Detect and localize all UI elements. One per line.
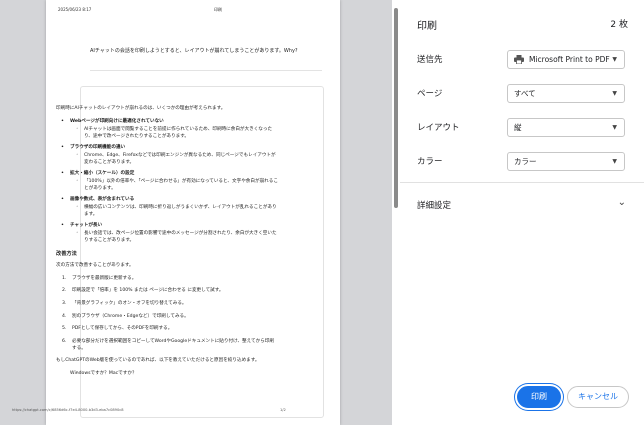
- layout-value: 縦: [514, 123, 522, 132]
- fix-step: 6. 必要な部分だけを選択範囲をコピーしてWordやGoogleドキュメントに貼り…: [62, 338, 274, 351]
- preview-scrollbar[interactable]: [392, 0, 400, 425]
- reason-detail: 横幅の広いコンテンツは、印刷時に折り返しがうまくいかず、レイアウトが乱れることが…: [56, 205, 278, 218]
- destination-value: Microsoft Print to PDF: [529, 55, 610, 64]
- color-label: カラー: [417, 157, 443, 167]
- reason-detail: Chrome、Edge、Firefoxなどでは印刷エンジンが異なるため、同じペー…: [56, 153, 278, 166]
- pages-label: ページ: [417, 89, 443, 99]
- page-header-title: 印刷: [214, 7, 222, 12]
- reason-title: チャットが長い: [56, 223, 278, 230]
- fix-heading: 改善方法: [56, 250, 77, 257]
- chevron-down-icon: ▼: [612, 124, 617, 131]
- fix-step: 2. 印刷設定で「倍率」を 100% または ページに合わせる に変更して試す。: [62, 288, 224, 294]
- reason-detail: 「100%」以外の倍率や、「ページに合わせる」が有効になっていると、文字や余白が…: [56, 179, 278, 192]
- printer-icon: [514, 55, 524, 64]
- answer-note: もしChatGPTのWeb版を使っているのであれば、以下を教えていただけると原因…: [56, 358, 260, 364]
- sheet-count: 2 枚: [610, 20, 628, 30]
- page-header-date: 2025/06/23 8:17: [58, 7, 92, 12]
- reason-item: 拡大・縮小（スケール）の設定 「100%」以外の倍率や、「ページに合わせる」が有…: [56, 171, 278, 193]
- fix-intro: 次の方法で改善することがあります。: [56, 263, 134, 269]
- destination-label: 送信先: [417, 55, 443, 65]
- chevron-down-icon: ▼: [612, 158, 617, 165]
- scrollbar-thumb[interactable]: [394, 8, 398, 208]
- question-bullet: Windowsですか？Macですか？: [56, 371, 278, 378]
- fix-step: 4. 別のブラウザ（Chrome・Edgeなど）で印刷してみる。: [62, 313, 189, 319]
- print-preview-area: 2025/06/23 8:17 印刷 AIチャットの会話を印刷しようとすると、レ…: [0, 0, 392, 425]
- cancel-button[interactable]: キャンセル: [567, 386, 629, 408]
- destination-select[interactable]: Microsoft Print to PDF ▼: [507, 50, 625, 69]
- reason-item: チャットが長い 長い会話では、改ページ位置の影響で途中のメッセージが分割されたり…: [56, 223, 278, 245]
- print-settings-panel: 印刷 2 枚 送信先 Microsoft Print to PDF ▼ ページ …: [400, 0, 644, 425]
- fix-step: 3. 「背景グラフィック」のオン・オフを切り替えてみる。: [62, 301, 187, 306]
- chevron-down-icon: ▼: [612, 56, 617, 63]
- layout-select[interactable]: 縦 ▼: [507, 118, 625, 137]
- page-footer-url: https://chatgpt.com/c/6856d6c-f7e4-8000-…: [12, 408, 124, 412]
- expand-chevron-icon[interactable]: ⌄: [618, 197, 626, 208]
- reason-title: ブラウザの印刷機能の違い: [56, 145, 278, 152]
- bullet-text: Windowsですか？Macですか？: [56, 371, 278, 378]
- layout-label: レイアウト: [417, 123, 460, 133]
- answer-content: 印刷時にAIチャットのレイアウトが崩れるのは、いくつかの理由が考えられます。 W…: [56, 106, 278, 382]
- pages-value: すべて: [514, 89, 536, 98]
- reason-detail: AIチャットは画面で閲覧することを前提に作られているため、印刷時に余白が大きくな…: [56, 127, 278, 140]
- panel-title: 印刷: [417, 21, 437, 32]
- question-divider: [90, 70, 322, 71]
- chevron-down-icon: ▼: [612, 90, 617, 97]
- reason-detail: 長い会話では、改ページ位置の影響で途中のメッセージが分割されたり、余白が大きく空…: [56, 231, 278, 244]
- reason-item: Webページが印刷向けに最適化されていない AIチャットは画面で閲覧することを前…: [56, 119, 278, 141]
- color-value: カラー: [514, 157, 537, 166]
- user-question: AIチャットの会話を印刷しようとすると、レイアウトが崩れてしまうことがあります。…: [90, 48, 298, 54]
- page-footer-number: 1/2: [280, 408, 286, 412]
- reason-item: 画像や数式、表が含まれている 横幅の広いコンテンツは、印刷時に折り返しがうまくい…: [56, 197, 278, 219]
- answer-intro: 印刷時にAIチャットのレイアウトが崩れるのは、いくつかの理由が考えられます。: [56, 106, 226, 111]
- section-divider: [400, 182, 644, 183]
- fix-step: 1. ブラウザを最新版に更新する。: [62, 275, 137, 281]
- reason-item: ブラウザの印刷機能の違い Chrome、Edge、Firefoxなどでは印刷エン…: [56, 145, 278, 167]
- reason-title: 画像や数式、表が含まれている: [56, 197, 278, 204]
- reason-title: Webページが印刷向けに最適化されていない: [56, 119, 278, 126]
- more-settings-toggle[interactable]: 詳細設定: [417, 199, 451, 211]
- pages-select[interactable]: すべて ▼: [507, 84, 625, 103]
- reason-title: 拡大・縮小（スケール）の設定: [56, 171, 278, 178]
- fix-step: 5. PDFとして保存してから、そのPDFを印刷する。: [62, 326, 173, 332]
- color-select[interactable]: カラー ▼: [507, 152, 625, 171]
- print-button[interactable]: 印刷: [517, 386, 561, 408]
